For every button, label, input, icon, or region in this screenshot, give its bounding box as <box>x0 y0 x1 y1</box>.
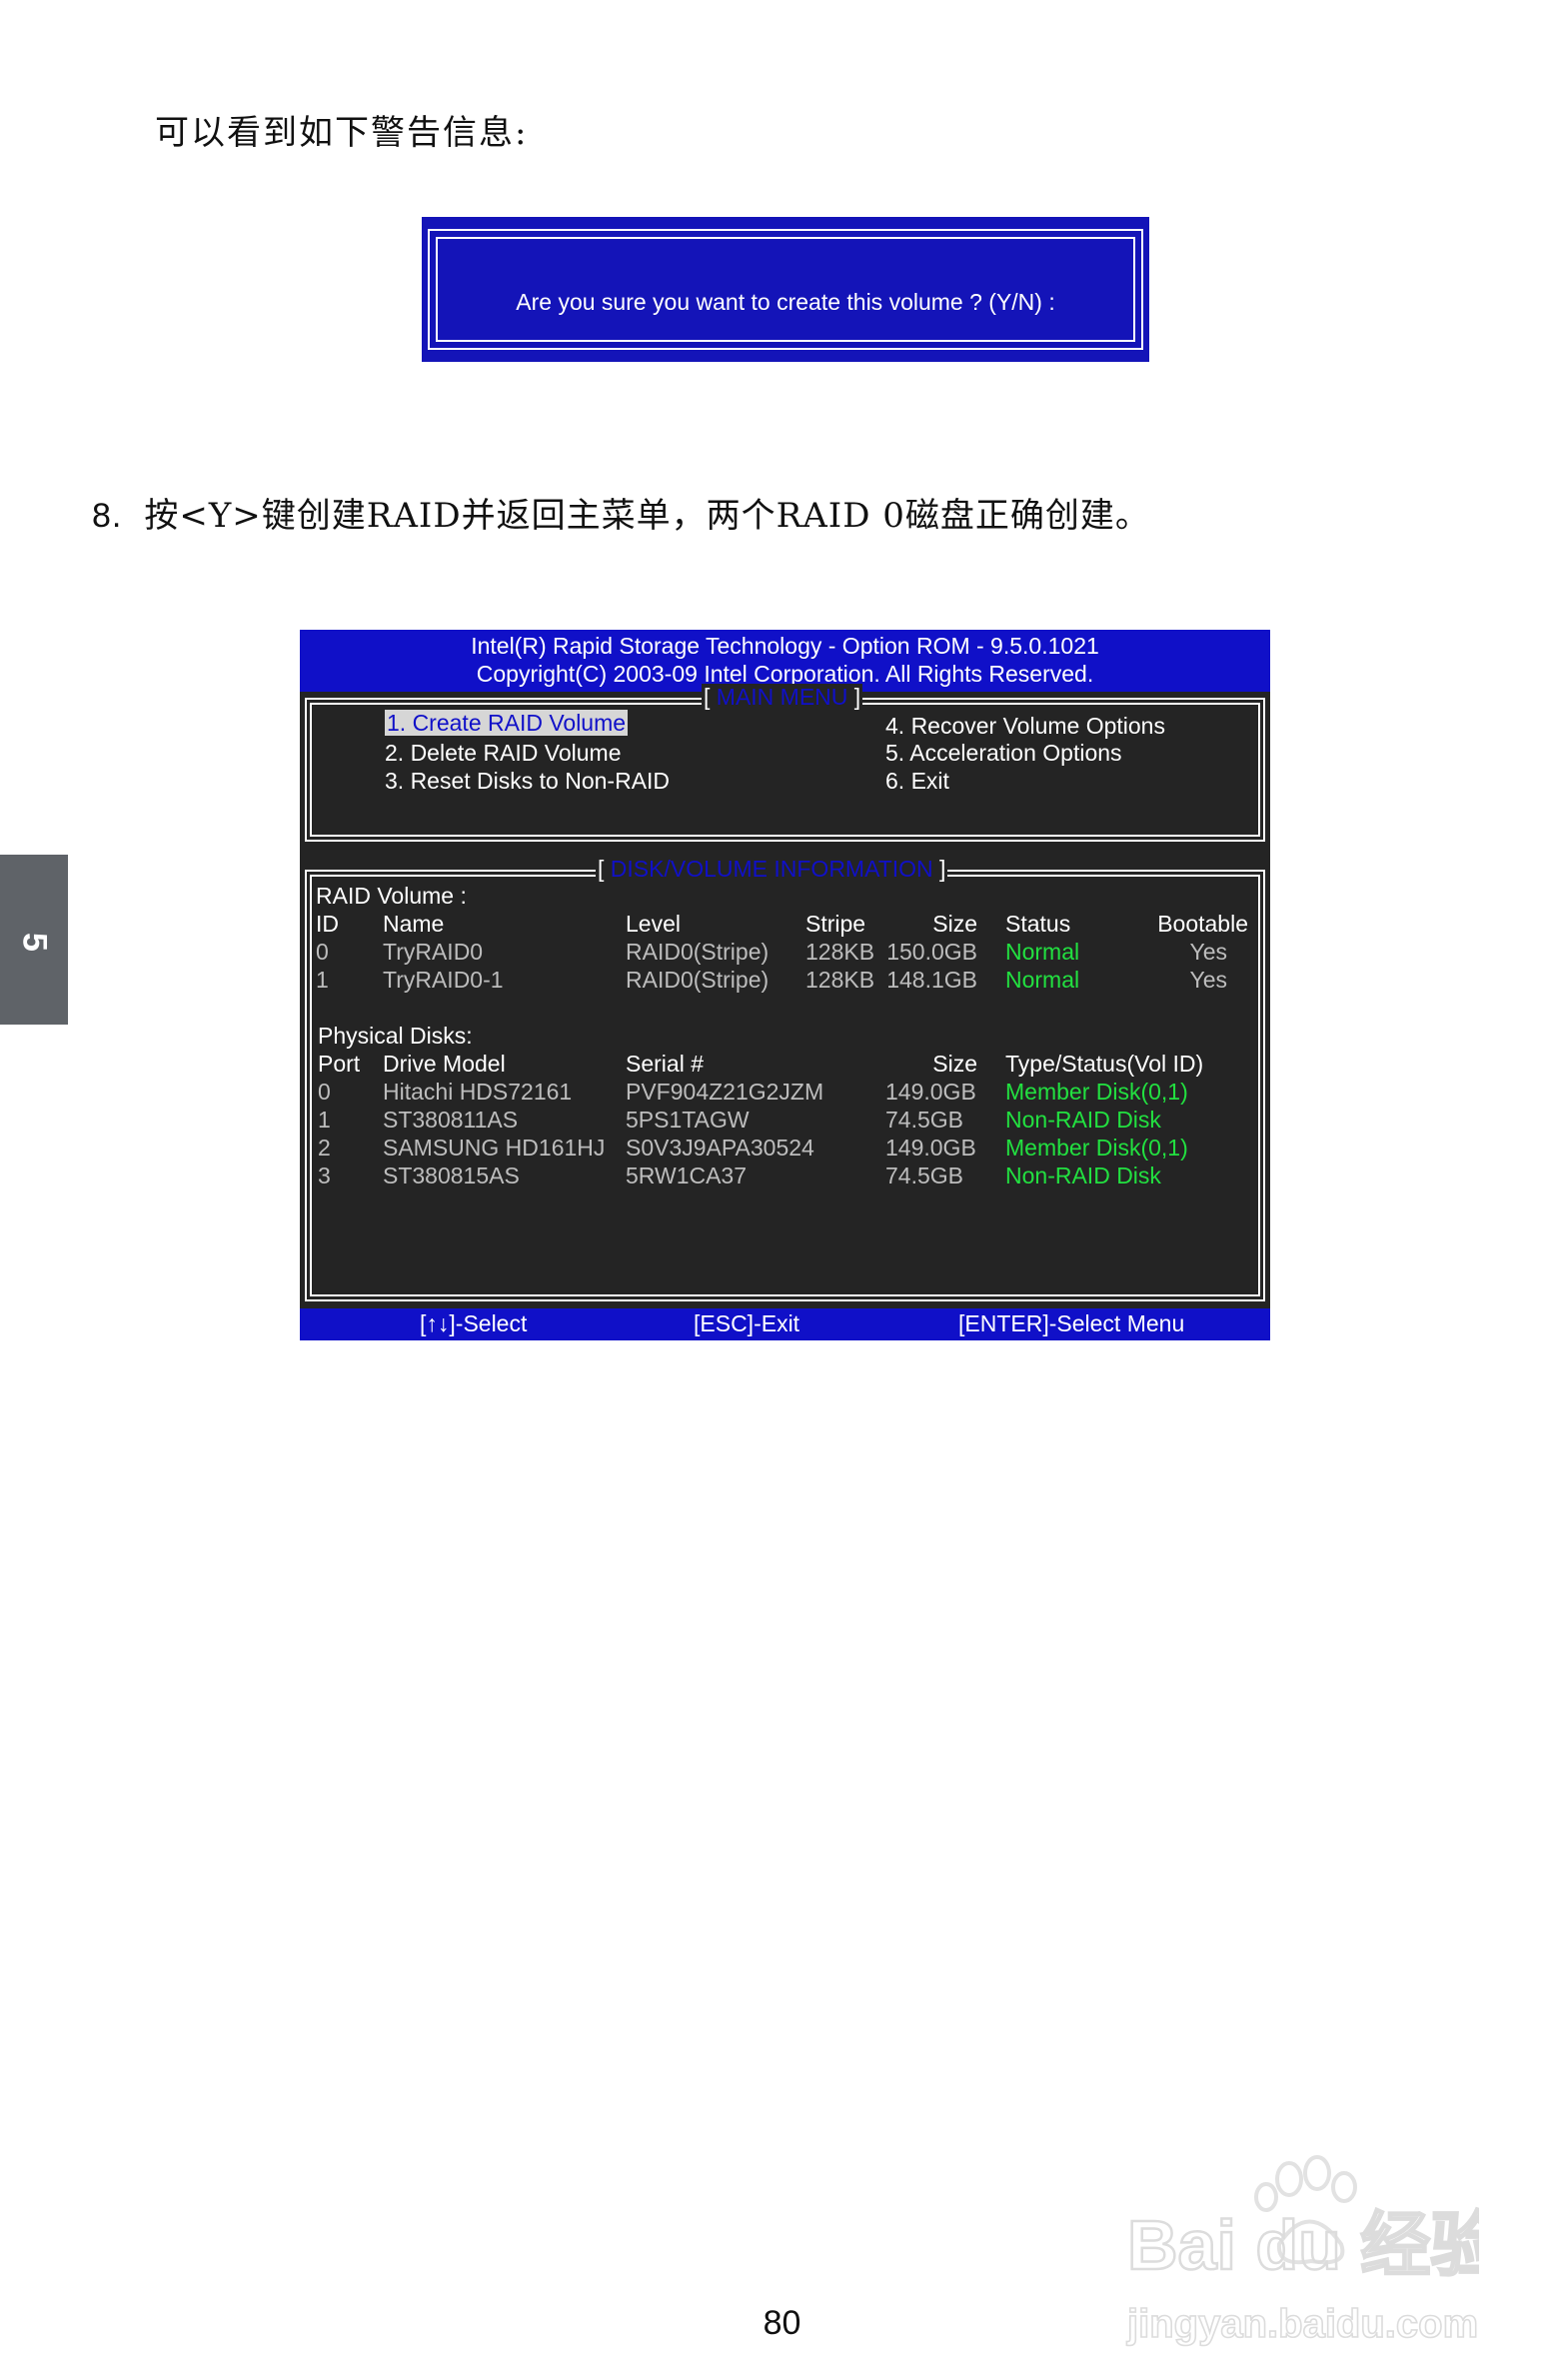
svg-text:Bai du 经验: Bai du 经验 <box>1127 2206 1479 2284</box>
volume-row-1-status: Normal <box>1005 967 1080 993</box>
disk-row-1-serial: 5PS1TAGW <box>626 1107 750 1133</box>
menu-item-create-raid-volume[interactable]: 1. Create RAID Volume <box>385 710 629 736</box>
disk-row-2-port: 2 <box>318 1135 331 1161</box>
chapter-tab: 5 <box>0 855 68 1025</box>
vol-header-status: Status <box>1005 911 1071 937</box>
disk-row-1-model: ST380811AS <box>383 1107 519 1133</box>
disk-header-type: Type/Status(Vol ID) <box>1005 1051 1204 1077</box>
confirm-dialog: Are you sure you want to create this vol… <box>422 217 1149 362</box>
disk-row-3-serial: 5RW1CA37 <box>626 1163 748 1189</box>
bios-header: Intel(R) Rapid Storage Technology - Opti… <box>300 630 1270 692</box>
menu-item-delete-raid-volume[interactable]: 2. Delete RAID Volume <box>385 740 622 767</box>
disk-header-port: Port <box>318 1051 361 1077</box>
disk-row-2-size: 149.0GB <box>885 1135 976 1161</box>
step-number: 8. <box>92 497 123 535</box>
volume-row-1-name: TryRAID0-1 <box>383 967 504 993</box>
vol-header-size: Size <box>932 911 977 937</box>
volume-row-1-id: 1 <box>316 967 329 993</box>
bios-header-title: Intel(R) Rapid Storage Technology - Opti… <box>471 633 1099 659</box>
menu-item-recover-volume[interactable]: 4. Recover Volume Options <box>885 713 1165 740</box>
disk-row-1-port: 1 <box>318 1107 331 1133</box>
bios-footer: [↑↓]-Select [ESC]-Exit [ENTER]-Select Me… <box>300 1308 1270 1340</box>
vol-header-level: Level <box>626 911 681 937</box>
menu-item-acceleration[interactable]: 5. Acceleration Options <box>885 740 1122 767</box>
vol-header-stripe: Stripe <box>805 911 866 937</box>
vol-header-name: Name <box>383 911 445 937</box>
page-number: 80 <box>763 2304 801 2342</box>
disk-row-0-model: Hitachi HDS72161 <box>383 1079 573 1105</box>
disk-row-3-model: ST380815AS <box>383 1163 520 1189</box>
menu-item-exit[interactable]: 6. Exit <box>885 768 949 795</box>
disk-row-1-type: Non-RAID Disk <box>1005 1107 1161 1133</box>
menu-item-reset-disks[interactable]: 3. Reset Disks to Non-RAID <box>385 768 670 795</box>
step-text: 按<Y>键创建RAID并返回主菜单，两个RAID 0磁盘正确创建。 <box>144 496 1150 536</box>
footer-exit-hint: [ESC]-Exit <box>694 1310 800 1336</box>
bios-screen: Intel(R) Rapid Storage Technology - Opti… <box>300 630 1270 1340</box>
volume-row-0-stripe: 128KB <box>805 939 875 965</box>
volume-row-0-bootable: Yes <box>1189 939 1227 965</box>
disk-row-3-type: Non-RAID Disk <box>1005 1163 1161 1189</box>
volume-row-0-status: Normal <box>1005 939 1080 965</box>
disk-row-2-type: Member Disk(0,1) <box>1005 1135 1188 1161</box>
footer-select-hint: [↑↓]-Select <box>420 1310 528 1336</box>
disk-info-title: [ DISK/VOLUME INFORMATION ] <box>596 856 948 883</box>
disk-row-0-serial: PVF904Z21G2JZM <box>626 1079 824 1105</box>
vol-header-bootable: Bootable <box>1157 911 1248 937</box>
volume-row-1-bootable: Yes <box>1189 967 1227 993</box>
vol-header-id: ID <box>316 911 339 937</box>
disk-row-0-port: 0 <box>318 1079 331 1105</box>
disk-header-model: Drive Model <box>383 1051 506 1077</box>
volume-row-0-name: TryRAID0 <box>383 939 484 965</box>
disk-row-0-size: 149.0GB <box>885 1079 976 1105</box>
physical-disks-label: Physical Disks: <box>318 1023 473 1049</box>
disk-header-size: Size <box>932 1051 977 1077</box>
volume-row-0-size: 150.0GB <box>886 939 977 965</box>
confirm-question: Are you sure you want to create this vol… <box>516 289 1055 315</box>
chapter-number: 5 <box>15 933 54 952</box>
disk-row-0-type: Member Disk(0,1) <box>1005 1079 1188 1105</box>
volume-row-1-size: 148.1GB <box>886 967 977 993</box>
intro-text: 可以看到如下警告信息: <box>155 113 529 153</box>
disk-header-serial: Serial # <box>626 1051 704 1077</box>
footer-enter-hint: [ENTER]-Select Menu <box>958 1310 1185 1336</box>
step-instruction: 8. 按<Y>键创建RAID并返回主菜单，两个RAID 0磁盘正确创建。 <box>92 488 1150 537</box>
volume-row-1-level: RAID0(Stripe) <box>626 967 770 993</box>
disk-row-3-size: 74.5GB <box>885 1163 963 1189</box>
volume-row-0-id: 0 <box>316 939 329 965</box>
volume-row-1-stripe: 128KB <box>805 967 875 993</box>
disk-row-3-port: 3 <box>318 1163 331 1189</box>
main-menu-title: [ MAIN MENU ] <box>702 684 863 711</box>
raid-volume-label: RAID Volume : <box>316 883 467 909</box>
disk-row-2-serial: S0V3J9APA30524 <box>626 1135 814 1161</box>
disk-row-1-size: 74.5GB <box>885 1107 963 1133</box>
disk-row-2-model: SAMSUNG HD161HJ <box>383 1135 606 1161</box>
volume-row-0-level: RAID0(Stripe) <box>626 939 770 965</box>
